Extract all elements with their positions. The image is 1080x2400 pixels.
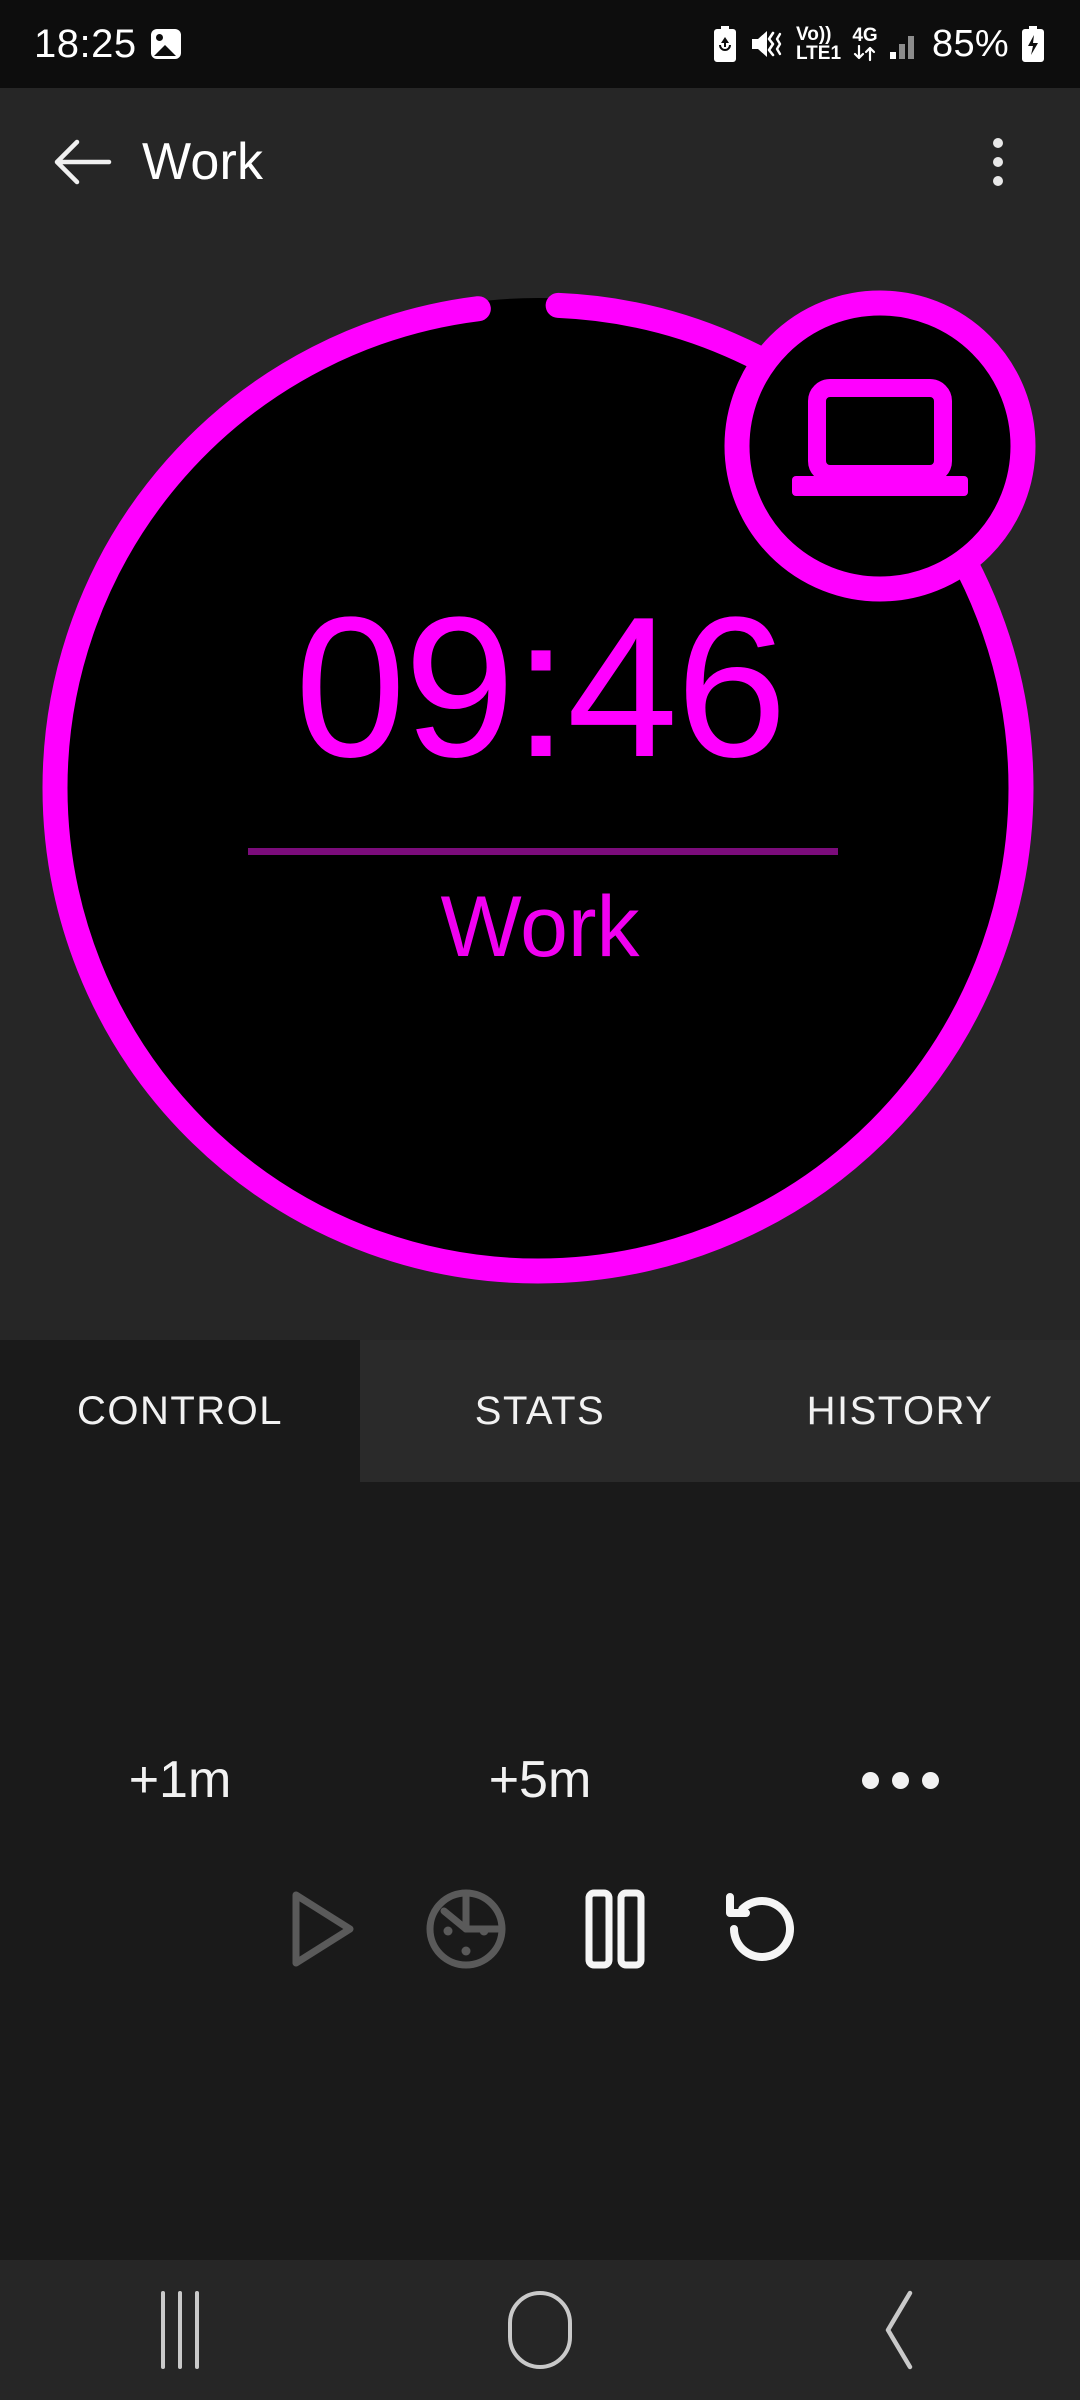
restart-icon [726, 1893, 794, 1961]
ellipsis-dot [891, 1771, 909, 1789]
reset-button[interactable] [688, 1864, 836, 1994]
app-bar: Work [0, 88, 1080, 236]
overflow-dot [993, 176, 1003, 186]
timer-ring-area: 09:46 Work [0, 236, 1080, 1340]
volte-icon: Vo)) LTE1 [795, 23, 842, 64]
app-screen: 18:25 Vo)) LTE1 4G 85% Work 09:46 Work C… [0, 0, 1080, 2400]
battery-saver-icon [713, 26, 736, 62]
status-bar-right: Vo)) LTE1 4G 85% [712, 23, 1046, 66]
tab-bar: CONTROL STATS HISTORY [0, 1340, 1080, 1482]
home-button[interactable] [360, 2260, 720, 2400]
battery-charging-icon [1022, 26, 1044, 62]
tab-history[interactable]: HISTORY [720, 1340, 1080, 1482]
home-icon [508, 2291, 572, 2369]
control-panel: +1m +5m [0, 1482, 1080, 2260]
signal-bars-icon [890, 36, 915, 59]
status-bar: 18:25 Vo)) LTE1 4G 85% [0, 0, 1080, 88]
quick-adjust-row: +1m +5m [0, 1750, 1080, 1810]
recents-icon [161, 2291, 199, 2369]
recents-bar [178, 2291, 182, 2369]
volte-bottom-label: LTE1 [795, 43, 842, 64]
add-five-minutes-button[interactable]: +5m [360, 1750, 720, 1810]
tab-stats[interactable]: STATS [360, 1340, 720, 1482]
gallery-image-icon [150, 29, 181, 59]
pause-icon [585, 1889, 645, 1969]
ellipsis-dot [861, 1771, 879, 1789]
overflow-dot [993, 138, 1003, 148]
back-button[interactable] [40, 120, 124, 204]
play-icon [292, 1891, 354, 1967]
category-badge-circle [724, 290, 1036, 602]
ellipsis-dot [921, 1771, 939, 1789]
recents-bar [195, 2291, 199, 2369]
tab-control[interactable]: CONTROL [0, 1340, 360, 1482]
back-arrow-icon [54, 139, 112, 185]
nav-back-button[interactable] [720, 2260, 1080, 2400]
add-one-minute-button[interactable]: +1m [0, 1750, 360, 1810]
skip-timer-button[interactable] [392, 1864, 540, 1994]
recents-button[interactable] [0, 2260, 360, 2400]
overflow-menu-button[interactable] [956, 120, 1040, 204]
timer-dial-icon [426, 1889, 506, 1969]
page-title: Work [142, 133, 264, 191]
vibrate-mute-icon [751, 31, 782, 57]
network-type-label: 4G [852, 24, 878, 46]
overflow-dot [993, 157, 1003, 167]
recents-bar [161, 2291, 165, 2369]
playback-controls-row [0, 1864, 1080, 1994]
volte-top-label: Vo)) [795, 23, 832, 45]
back-icon [885, 2290, 913, 2370]
pause-button[interactable] [540, 1864, 688, 1994]
system-nav-bar [0, 2260, 1080, 2400]
data-transfer-arrows-icon [853, 45, 876, 62]
play-button[interactable] [244, 1864, 392, 1994]
network-4g-icon: 4G [852, 24, 878, 62]
status-clock: 18:25 [34, 22, 137, 66]
timer-progress-ring[interactable] [0, 236, 1080, 1340]
status-bar-left: 18:25 [34, 24, 181, 64]
battery-percent-label: 85% [932, 22, 1009, 65]
more-adjust-button[interactable] [720, 1771, 1080, 1789]
